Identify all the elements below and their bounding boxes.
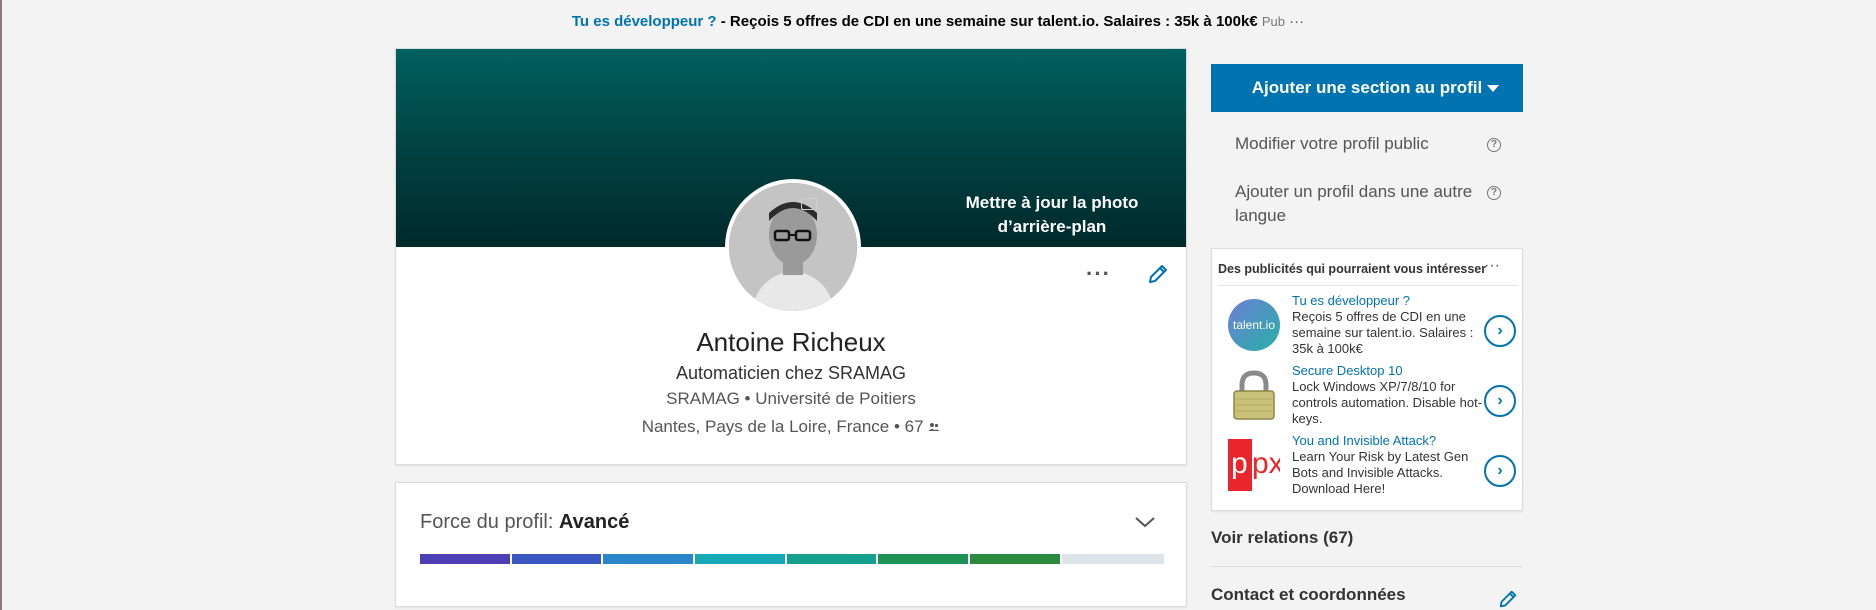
px-logo: p px [1228,439,1280,491]
chevron-down-icon[interactable] [1134,515,1156,529]
profile-location-connections[interactable]: Nantes, Pays de la Loire, France • 67 [396,417,1186,437]
top-ad-link[interactable]: Tu es développeur ? [572,13,717,30]
profile-organizations[interactable]: SRAMAG • Université de Poitiers [396,389,1186,409]
chevron-right-icon[interactable]: › [1484,385,1516,417]
strength-segment [878,554,969,564]
ad-title[interactable]: Tu es développeur ? [1292,293,1410,308]
ads-more-button[interactable]: ··· [1484,257,1500,275]
strength-segment [970,554,1060,564]
top-ad-banner[interactable]: Tu es développeur ? - Reçois 5 offres de… [0,13,1876,30]
strength-segment [695,554,785,564]
strength-segment [603,554,694,564]
location-text: Nantes, Pays de la Loire, France • 67 [641,417,924,436]
edit-public-profile-link[interactable]: Modifier votre profil public [1235,132,1429,156]
help-icon[interactable]: ? [1487,186,1501,200]
strength-segment [420,554,510,564]
contact-info-heading[interactable]: Contact et coordonnées [1211,585,1406,605]
update-cover-button[interactable]: Mettre à jour la photo d’arrière-plan [932,191,1172,239]
ads-title: Des publicités qui pourraient vous intér… [1218,262,1487,276]
profile-photo[interactable] [729,183,857,311]
profile-card: Mettre à jour la photo d’arrière-plan ··… [395,48,1187,465]
ad-text: Lock Windows XP/7/8/10 for controls auto… [1292,379,1483,426]
ad-title[interactable]: You and Invisible Attack? [1292,433,1436,448]
padlock-icon [1233,370,1275,420]
divider [1211,566,1523,567]
ad-text: Reçois 5 offres de CDI en une semaine su… [1292,309,1474,356]
ad-title[interactable]: Secure Desktop 10 [1292,363,1403,378]
ad-item[interactable]: talent.io Tu es développeur ? Reçois 5 o… [1212,293,1524,359]
view-connections-link[interactable]: Voir relations (67) [1211,528,1353,548]
strength-label: Force du profil: [420,511,559,533]
ad-item[interactable]: Secure Desktop 10 Lock Windows XP/7/8/10… [1212,363,1524,429]
svg-text:p: p [1231,447,1248,480]
camera-icon[interactable] [801,198,817,210]
avatar[interactable] [725,179,861,315]
edit-contact-pencil-icon[interactable] [1497,588,1519,610]
svg-text:talent.io: talent.io [1233,318,1275,332]
ad-text: Learn Your Risk by Latest Gen Bots and I… [1292,449,1469,496]
profile-strength-card[interactable]: Force du profil: Avancé [395,482,1187,607]
connections-icon [928,423,940,431]
profile-strength-title: Force du profil: Avancé [420,511,629,534]
caret-down-icon [1487,85,1499,92]
ad-item[interactable]: p px You and Invisible Attack? Learn You… [1212,433,1524,499]
profile-name: Antoine Richeux [696,327,886,357]
strength-segment [786,554,877,564]
talent-io-logo: talent.io [1228,299,1280,351]
person-photo-icon [729,183,857,311]
help-icon[interactable]: ? [1487,138,1501,152]
top-ad-text[interactable]: - Reçois 5 offres de CDI en une semaine … [717,13,1258,30]
ads-panel: Des publicités qui pourraient vous intér… [1211,248,1523,511]
divider [1218,285,1518,286]
edit-intro-pencil-icon[interactable] [1146,262,1170,286]
profile-headline: Automaticien chez SRAMAG [675,363,907,383]
add-section-label: Ajouter une section au profil [1251,78,1483,97]
chevron-right-icon[interactable]: › [1484,315,1516,347]
top-ad-pub-label: Pub [1261,14,1285,29]
profile-strength-meter [420,554,1164,564]
strength-level: Avancé [558,511,630,533]
svg-text:px: px [1252,447,1280,480]
more-actions-button[interactable]: ··· [1086,261,1111,287]
top-ad-more-button[interactable]: ··· [1289,13,1304,30]
add-language-profile-link[interactable]: Ajouter un profil dans une autre langue [1235,180,1475,228]
add-section-button[interactable]: Ajouter une section au profil [1211,64,1523,112]
window-edge [0,0,2,610]
strength-segment [511,554,602,564]
strength-segment-empty [1061,554,1164,564]
chevron-right-icon[interactable]: › [1484,455,1516,487]
